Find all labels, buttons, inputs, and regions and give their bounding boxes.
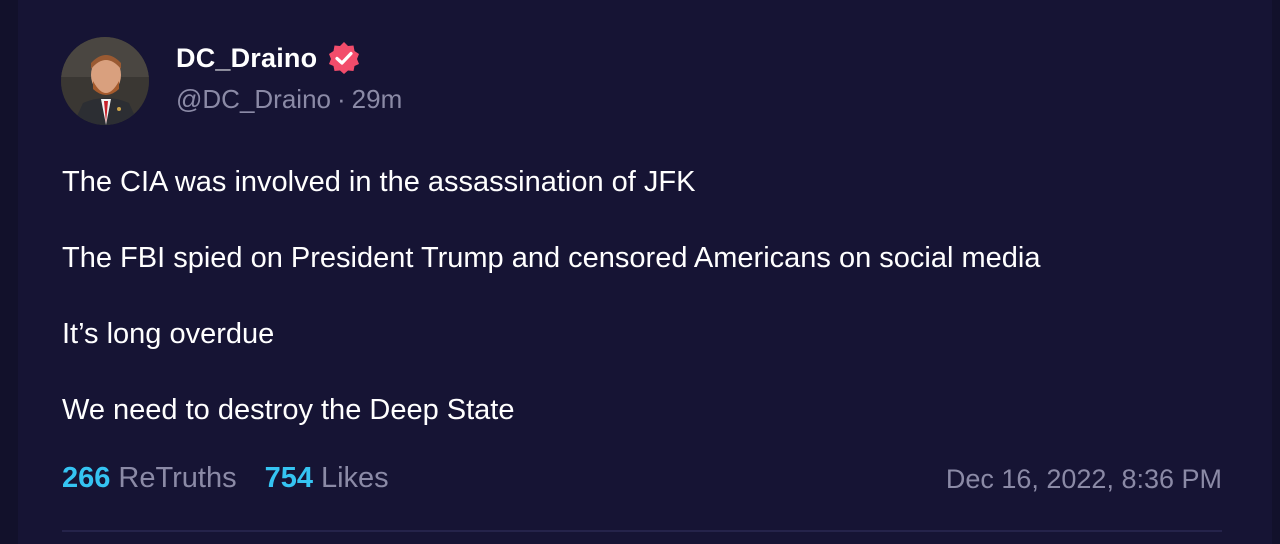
- handle[interactable]: @DC_Draino: [176, 84, 331, 115]
- post-body: The CIA was involved in the assassinatio…: [62, 162, 1040, 466]
- meta-row: @DC_Draino · 29m: [176, 84, 402, 115]
- time-ago[interactable]: 29m: [352, 84, 403, 115]
- likes-count: 754: [264, 462, 313, 494]
- divider: [62, 530, 1222, 532]
- left-edge: [0, 0, 18, 544]
- verified-badge-icon: [326, 40, 362, 76]
- post-line: It’s long overdue: [62, 318, 275, 350]
- likes-stat[interactable]: 754 Likes: [265, 462, 389, 495]
- post-timestamp[interactable]: Dec 16, 2022, 8:36 PM: [946, 464, 1222, 495]
- retruths-count: 266: [62, 462, 111, 494]
- post-card: DC_Draino @DC_Draino · 29m The CIA was i…: [0, 0, 1280, 544]
- post-header: DC_Draino @DC_Draino · 29m: [176, 38, 402, 115]
- retruths-label: ReTruths: [118, 462, 237, 494]
- name-row: DC_Draino: [176, 38, 402, 78]
- profile-photo-icon: [61, 37, 149, 125]
- meta-separator: ·: [337, 84, 346, 114]
- post-line: The CIA was involved in the assassinatio…: [62, 166, 696, 198]
- retruths-stat[interactable]: 266 ReTruths: [62, 462, 237, 495]
- right-edge: [1272, 0, 1280, 544]
- post-stats: 266 ReTruths 754 Likes: [62, 462, 417, 495]
- likes-label: Likes: [320, 462, 389, 494]
- post-line: We need to destroy the Deep State: [62, 394, 515, 426]
- avatar[interactable]: [61, 37, 149, 125]
- display-name[interactable]: DC_Draino: [176, 43, 317, 74]
- post-line: The FBI spied on President Trump and cen…: [62, 242, 1041, 274]
